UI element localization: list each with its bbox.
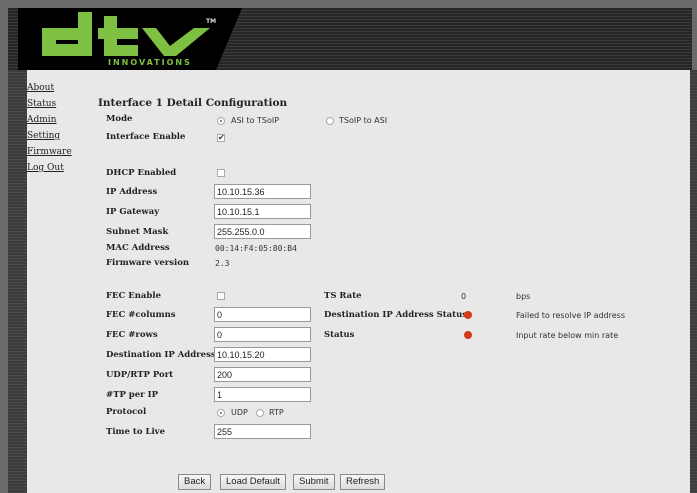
main-content: About Status Admin Setting Firmware Log … (27, 70, 690, 493)
interface-enable-label: Interface Enable (106, 132, 186, 142)
back-button[interactable]: Back (178, 474, 212, 490)
ip-gateway-label: IP Gateway (106, 207, 160, 217)
status-indicator (464, 331, 472, 339)
nav-about[interactable]: About (27, 82, 72, 98)
mac-address-label: MAC Address (106, 243, 170, 253)
ttl-input[interactable] (214, 424, 311, 439)
tp-per-ip-label: #TP per IP (106, 390, 158, 400)
subnet-mask-label: Subnet Mask (106, 227, 169, 237)
nav-firmware[interactable]: Firmware (27, 146, 72, 162)
tp-per-ip-input[interactable] (214, 387, 311, 402)
load-default-button[interactable]: Load Default (220, 474, 286, 490)
ip-gateway-input[interactable] (214, 204, 311, 219)
dhcp-checkbox[interactable] (217, 169, 225, 177)
destination-ip-status-label: Destination IP Address Status (324, 310, 468, 320)
protocol-udp-radio[interactable] (217, 409, 225, 417)
destination-ip-status-indicator (464, 311, 472, 319)
subnet-mask-input[interactable] (214, 224, 311, 239)
fec-enable-checkbox[interactable] (217, 292, 225, 300)
protocol-rtp-radio[interactable] (256, 409, 264, 417)
mode-asi-to-tsoip-radio[interactable] (217, 117, 225, 125)
mode-label: Mode (106, 114, 133, 124)
brand-tagline: INNOVATIONS (108, 58, 192, 67)
dhcp-label: DHCP Enabled (106, 168, 177, 178)
trademark-mark: TM (206, 18, 217, 25)
side-nav: About Status Admin Setting Firmware Log … (27, 82, 72, 178)
nav-setting[interactable]: Setting (27, 130, 72, 146)
refresh-button[interactable]: Refresh (340, 474, 386, 490)
mac-address-value: 00:14:F4:05:80:B4 (215, 244, 297, 253)
right-edge-bar (690, 70, 697, 493)
ip-address-label: IP Address (106, 187, 158, 197)
destination-ip-label: Destination IP Address (106, 350, 216, 360)
dtv-logo-icon (42, 12, 210, 56)
fec-rows-label: FEC #rows (106, 330, 158, 340)
nav-status[interactable]: Status (27, 98, 72, 114)
udp-rtp-port-input[interactable] (214, 367, 311, 382)
destination-ip-input[interactable] (214, 347, 311, 362)
ts-rate-value: 0 (461, 292, 467, 301)
nav-admin[interactable]: Admin (27, 114, 72, 130)
destination-ip-status-message: Failed to resolve IP address (516, 311, 626, 320)
left-edge-bar (8, 70, 27, 493)
mode-tsoip-to-asi-label: TSoIP to ASI (339, 116, 388, 125)
header-banner: TM INNOVATIONS (8, 8, 692, 71)
fec-columns-label: FEC #columns (106, 310, 176, 320)
ttl-label: Time to Live (106, 427, 166, 437)
interface-enable-checkbox[interactable]: ✔ (217, 134, 225, 142)
fec-columns-input[interactable] (214, 307, 311, 322)
fec-rows-input[interactable] (214, 327, 311, 342)
ts-rate-unit: bps (516, 292, 531, 301)
mode-tsoip-to-asi-radio[interactable] (326, 117, 334, 125)
firmware-version-label: Firmware version (106, 258, 190, 268)
status-label: Status (324, 330, 355, 340)
ts-rate-label: TS Rate (324, 291, 362, 301)
page-title: Interface 1 Detail Configuration (98, 97, 288, 109)
ip-address-input[interactable] (214, 184, 311, 199)
status-message: Input rate below min rate (516, 331, 619, 340)
submit-button[interactable]: Submit (293, 474, 335, 490)
fec-enable-label: FEC Enable (106, 291, 161, 301)
protocol-rtp-label: RTP (269, 408, 284, 417)
logo: TM INNOVATIONS (18, 8, 242, 70)
protocol-udp-label: UDP (231, 408, 248, 417)
nav-logout[interactable]: Log Out (27, 162, 72, 178)
mode-asi-to-tsoip-label: ASI to TSoIP (231, 116, 280, 125)
udp-rtp-port-label: UDP/RTP Port (106, 370, 174, 380)
protocol-label: Protocol (106, 407, 147, 417)
firmware-version-value: 2.3 (215, 259, 230, 268)
